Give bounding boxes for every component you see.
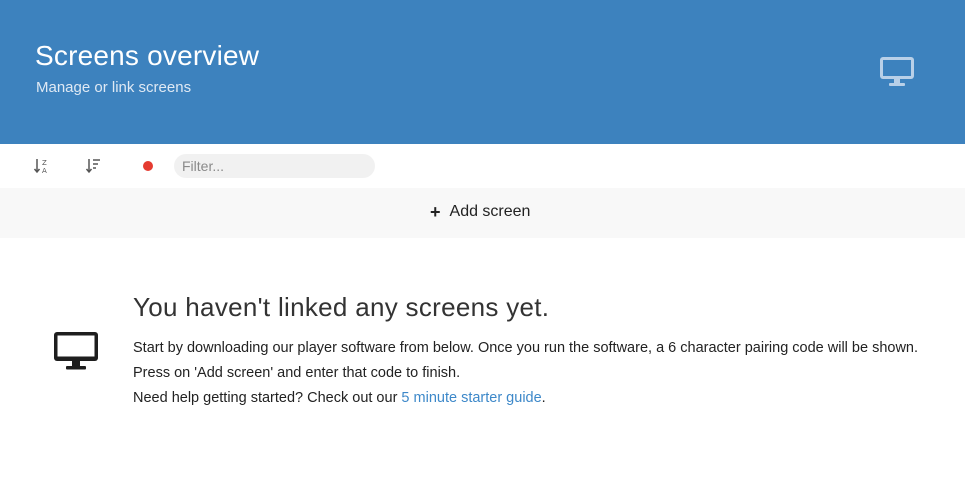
monitor-icon xyxy=(880,57,914,86)
sort-order-icon[interactable] xyxy=(85,157,103,175)
svg-text:Z: Z xyxy=(42,159,47,167)
svg-text:A: A xyxy=(42,167,47,175)
page-subtitle: Manage or link screens xyxy=(36,79,192,96)
page-header: Screens overview Manage or link screens xyxy=(0,0,965,144)
plus-icon: + xyxy=(430,202,441,222)
empty-state-title: You haven't linked any screens yet. xyxy=(133,292,550,322)
monitor-icon xyxy=(54,332,98,370)
add-screen-button[interactable]: + Add screen xyxy=(0,188,965,238)
add-screen-label: Add screen xyxy=(449,203,531,220)
help-prefix: Need help getting started? Check out our xyxy=(133,390,402,406)
filter-input[interactable] xyxy=(174,154,375,178)
starter-guide-link[interactable]: 5 minute starter guide xyxy=(401,390,541,406)
sort-alpha-icon[interactable]: Z A xyxy=(33,157,51,175)
page-title: Screens overview xyxy=(35,40,260,71)
status-indicator-dot[interactable] xyxy=(143,161,153,171)
help-suffix: . xyxy=(541,390,546,406)
help-line: Need help getting started? Check out our… xyxy=(133,386,943,411)
add-screen-content: + Add screen xyxy=(430,203,530,221)
empty-state-instructions: Start by downloading our player software… xyxy=(133,340,919,381)
empty-state-text: Start by downloading our player software… xyxy=(133,336,943,411)
